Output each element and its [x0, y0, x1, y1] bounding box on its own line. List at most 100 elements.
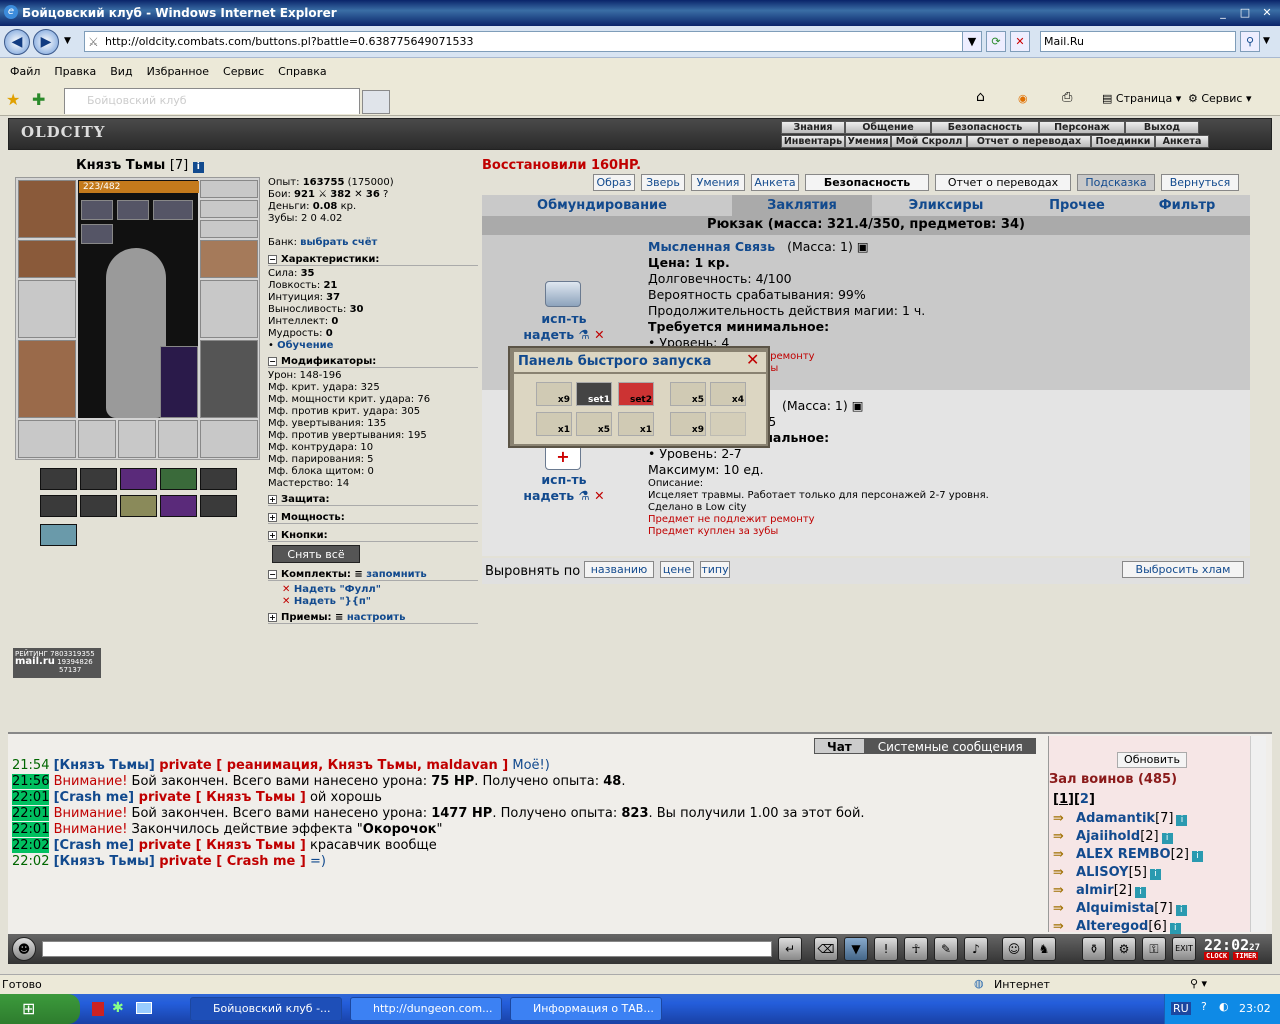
effect-slot-2[interactable]	[117, 200, 149, 220]
quick-slot[interactable]: x9	[670, 412, 706, 436]
hint-button[interactable]: Подсказка	[1077, 174, 1155, 191]
sound-icon[interactable]: ♪	[964, 937, 988, 961]
user-name[interactable]: Alquimista	[1068, 901, 1154, 916]
throw-junk-button[interactable]: Выбросить хлам	[1122, 561, 1244, 578]
zoom-icon[interactable]: ⚲ ▾	[1190, 977, 1207, 990]
language-indicator[interactable]: RU	[1171, 1002, 1191, 1015]
tab-chat[interactable]: Чат	[814, 738, 865, 754]
private-message-icon[interactable]: ⇛	[1053, 847, 1068, 862]
collapse-icon[interactable]: −	[268, 255, 277, 264]
item-name[interactable]: Мысленная Связь	[648, 239, 775, 254]
sort-by-price[interactable]: цене	[660, 561, 694, 578]
expand-icon[interactable]: +	[268, 613, 277, 622]
chat-private-target[interactable]: private [ реанимация, Князъ Тьмы, maldav…	[155, 758, 508, 773]
menu-tools[interactable]: Сервис	[223, 65, 264, 78]
info-icon[interactable]: i	[1135, 887, 1147, 898]
warning-icon[interactable]: !	[874, 937, 898, 961]
clear-icon[interactable]: ⌫	[814, 937, 838, 961]
start-button[interactable]: ⊞	[0, 994, 80, 1024]
belt-item-5[interactable]	[200, 468, 237, 490]
user-name[interactable]: Alteregod	[1068, 919, 1148, 934]
filter-icon[interactable]: ▼	[844, 937, 868, 961]
nav-security[interactable]: Безопасность	[931, 121, 1039, 134]
private-message-icon[interactable]: ⇛	[1053, 901, 1068, 916]
pocket-slot-3[interactable]	[158, 420, 198, 458]
tab-current[interactable]: Бойцовский клуб	[64, 88, 360, 114]
belt-item-2[interactable]	[80, 468, 117, 490]
helmet-slot[interactable]	[18, 180, 76, 238]
exit-icon[interactable]: EXIT	[1172, 937, 1196, 961]
private-message-icon[interactable]: ⇛	[1053, 919, 1068, 934]
close-icon[interactable]: ✕	[1260, 6, 1274, 20]
buttons-header[interactable]: + Кнопки:	[268, 530, 478, 542]
nav-skills[interactable]: Умения	[845, 135, 891, 148]
delete-icon[interactable]: ✕	[594, 488, 604, 503]
close-icon[interactable]: ✕	[746, 350, 759, 369]
feeds-icon[interactable]: ◉	[1018, 92, 1028, 105]
moves-header[interactable]: + Приемы: ≡ настроить	[268, 612, 478, 624]
skills-button[interactable]: Умения	[691, 174, 745, 191]
nav-communication[interactable]: Общение	[845, 121, 931, 134]
transfer-report-button[interactable]: Отчет о переводах	[935, 174, 1071, 191]
gloves-slot[interactable]	[200, 240, 258, 278]
user-name[interactable]: Adamantik	[1068, 811, 1155, 826]
quick-slot[interactable]: x1	[536, 412, 572, 436]
home-icon[interactable]: ⌂	[976, 89, 985, 105]
user-name[interactable]: ALEX REMBO	[1068, 847, 1171, 862]
chat-private-target[interactable]: private [ Князъ Тьмы ]	[134, 790, 306, 805]
quicklaunch-icon-1[interactable]	[92, 1002, 104, 1016]
menu-favorites[interactable]: Избранное	[147, 65, 209, 78]
user-list-item[interactable]: ⇛ ALISOY[5] i	[1053, 864, 1203, 882]
delete-icon[interactable]: ✕	[282, 584, 290, 595]
collapse-icon[interactable]: −	[268, 570, 277, 579]
characteristics-header[interactable]: − Характеристики:	[268, 254, 478, 266]
rating-widget[interactable]: РЕЙТИНГ 7803319355 mail.ru 19394826 5713…	[13, 648, 101, 678]
chat-private-target[interactable]: private [ Князъ Тьмы ]	[134, 838, 306, 853]
tab-other[interactable]: Прочее	[1022, 195, 1132, 216]
gem-slot[interactable]	[160, 346, 198, 418]
belt-item-4[interactable]	[160, 468, 197, 490]
belt-item-9[interactable]	[160, 495, 197, 517]
refresh-icon[interactable]: ⟳	[986, 31, 1006, 52]
url-input[interactable]: http://oldcity.combats.com/buttons.pl?ba…	[84, 31, 980, 52]
use-link[interactable]: исп-ть	[512, 311, 616, 327]
fighter-icon[interactable]: ☥	[904, 937, 928, 961]
send-icon[interactable]: ↵	[778, 937, 802, 961]
boots-slot[interactable]	[200, 420, 258, 458]
url-dropdown-icon[interactable]: ▼	[962, 31, 982, 52]
tab-equipment[interactable]: Обмундирование	[522, 195, 682, 216]
nav-battles[interactable]: Поединки	[1091, 135, 1155, 148]
sort-by-type[interactable]: типу	[700, 561, 730, 578]
training-link-text[interactable]: Обучение	[277, 340, 333, 351]
nav-profile[interactable]: Анкета	[1155, 135, 1209, 148]
sort-by-name[interactable]: названию	[584, 561, 654, 578]
chat-input[interactable]	[42, 941, 772, 957]
chat-nick[interactable]: [Князъ Тьмы]	[54, 758, 155, 773]
user-name[interactable]: Ajaiihold	[1068, 829, 1140, 844]
armor-slot[interactable]	[18, 340, 76, 418]
belt-item-10[interactable]	[200, 495, 237, 517]
effect-slot-4[interactable]	[81, 224, 113, 244]
private-message-icon[interactable]: ⇛	[1053, 811, 1068, 826]
gear-icon[interactable]: ⚙	[1112, 937, 1136, 961]
service-menu[interactable]: ⚙ Сервис ▾	[1188, 92, 1252, 105]
remove-all-button[interactable]: Снять всё	[272, 545, 360, 563]
tab-spells[interactable]: Заклятия	[732, 195, 872, 216]
expand-icon[interactable]: +	[268, 513, 277, 522]
search-input[interactable]: Mail.Ru	[1040, 31, 1236, 52]
use-link[interactable]: исп-ть	[512, 472, 616, 488]
tab-system-messages[interactable]: Системные сообщения	[864, 738, 1036, 754]
effect-slot-3[interactable]	[153, 200, 193, 220]
info-icon[interactable]: i	[192, 162, 204, 173]
menu-edit[interactable]: Правка	[54, 65, 96, 78]
belt-item-1[interactable]	[40, 468, 77, 490]
scrollbar[interactable]	[1250, 736, 1266, 932]
nav-transfer-report[interactable]: Отчет о переводах	[967, 135, 1091, 148]
collapse-icon[interactable]: −	[268, 357, 277, 366]
belt-item-8[interactable]	[120, 495, 157, 517]
wear-set-link[interactable]: Надеть "}{п"	[294, 596, 371, 607]
user-name[interactable]: almir	[1068, 883, 1114, 898]
nav-character[interactable]: Персонаж	[1039, 121, 1125, 134]
info-icon[interactable]: i	[1150, 869, 1161, 880]
image-button[interactable]: Образ	[593, 174, 635, 191]
